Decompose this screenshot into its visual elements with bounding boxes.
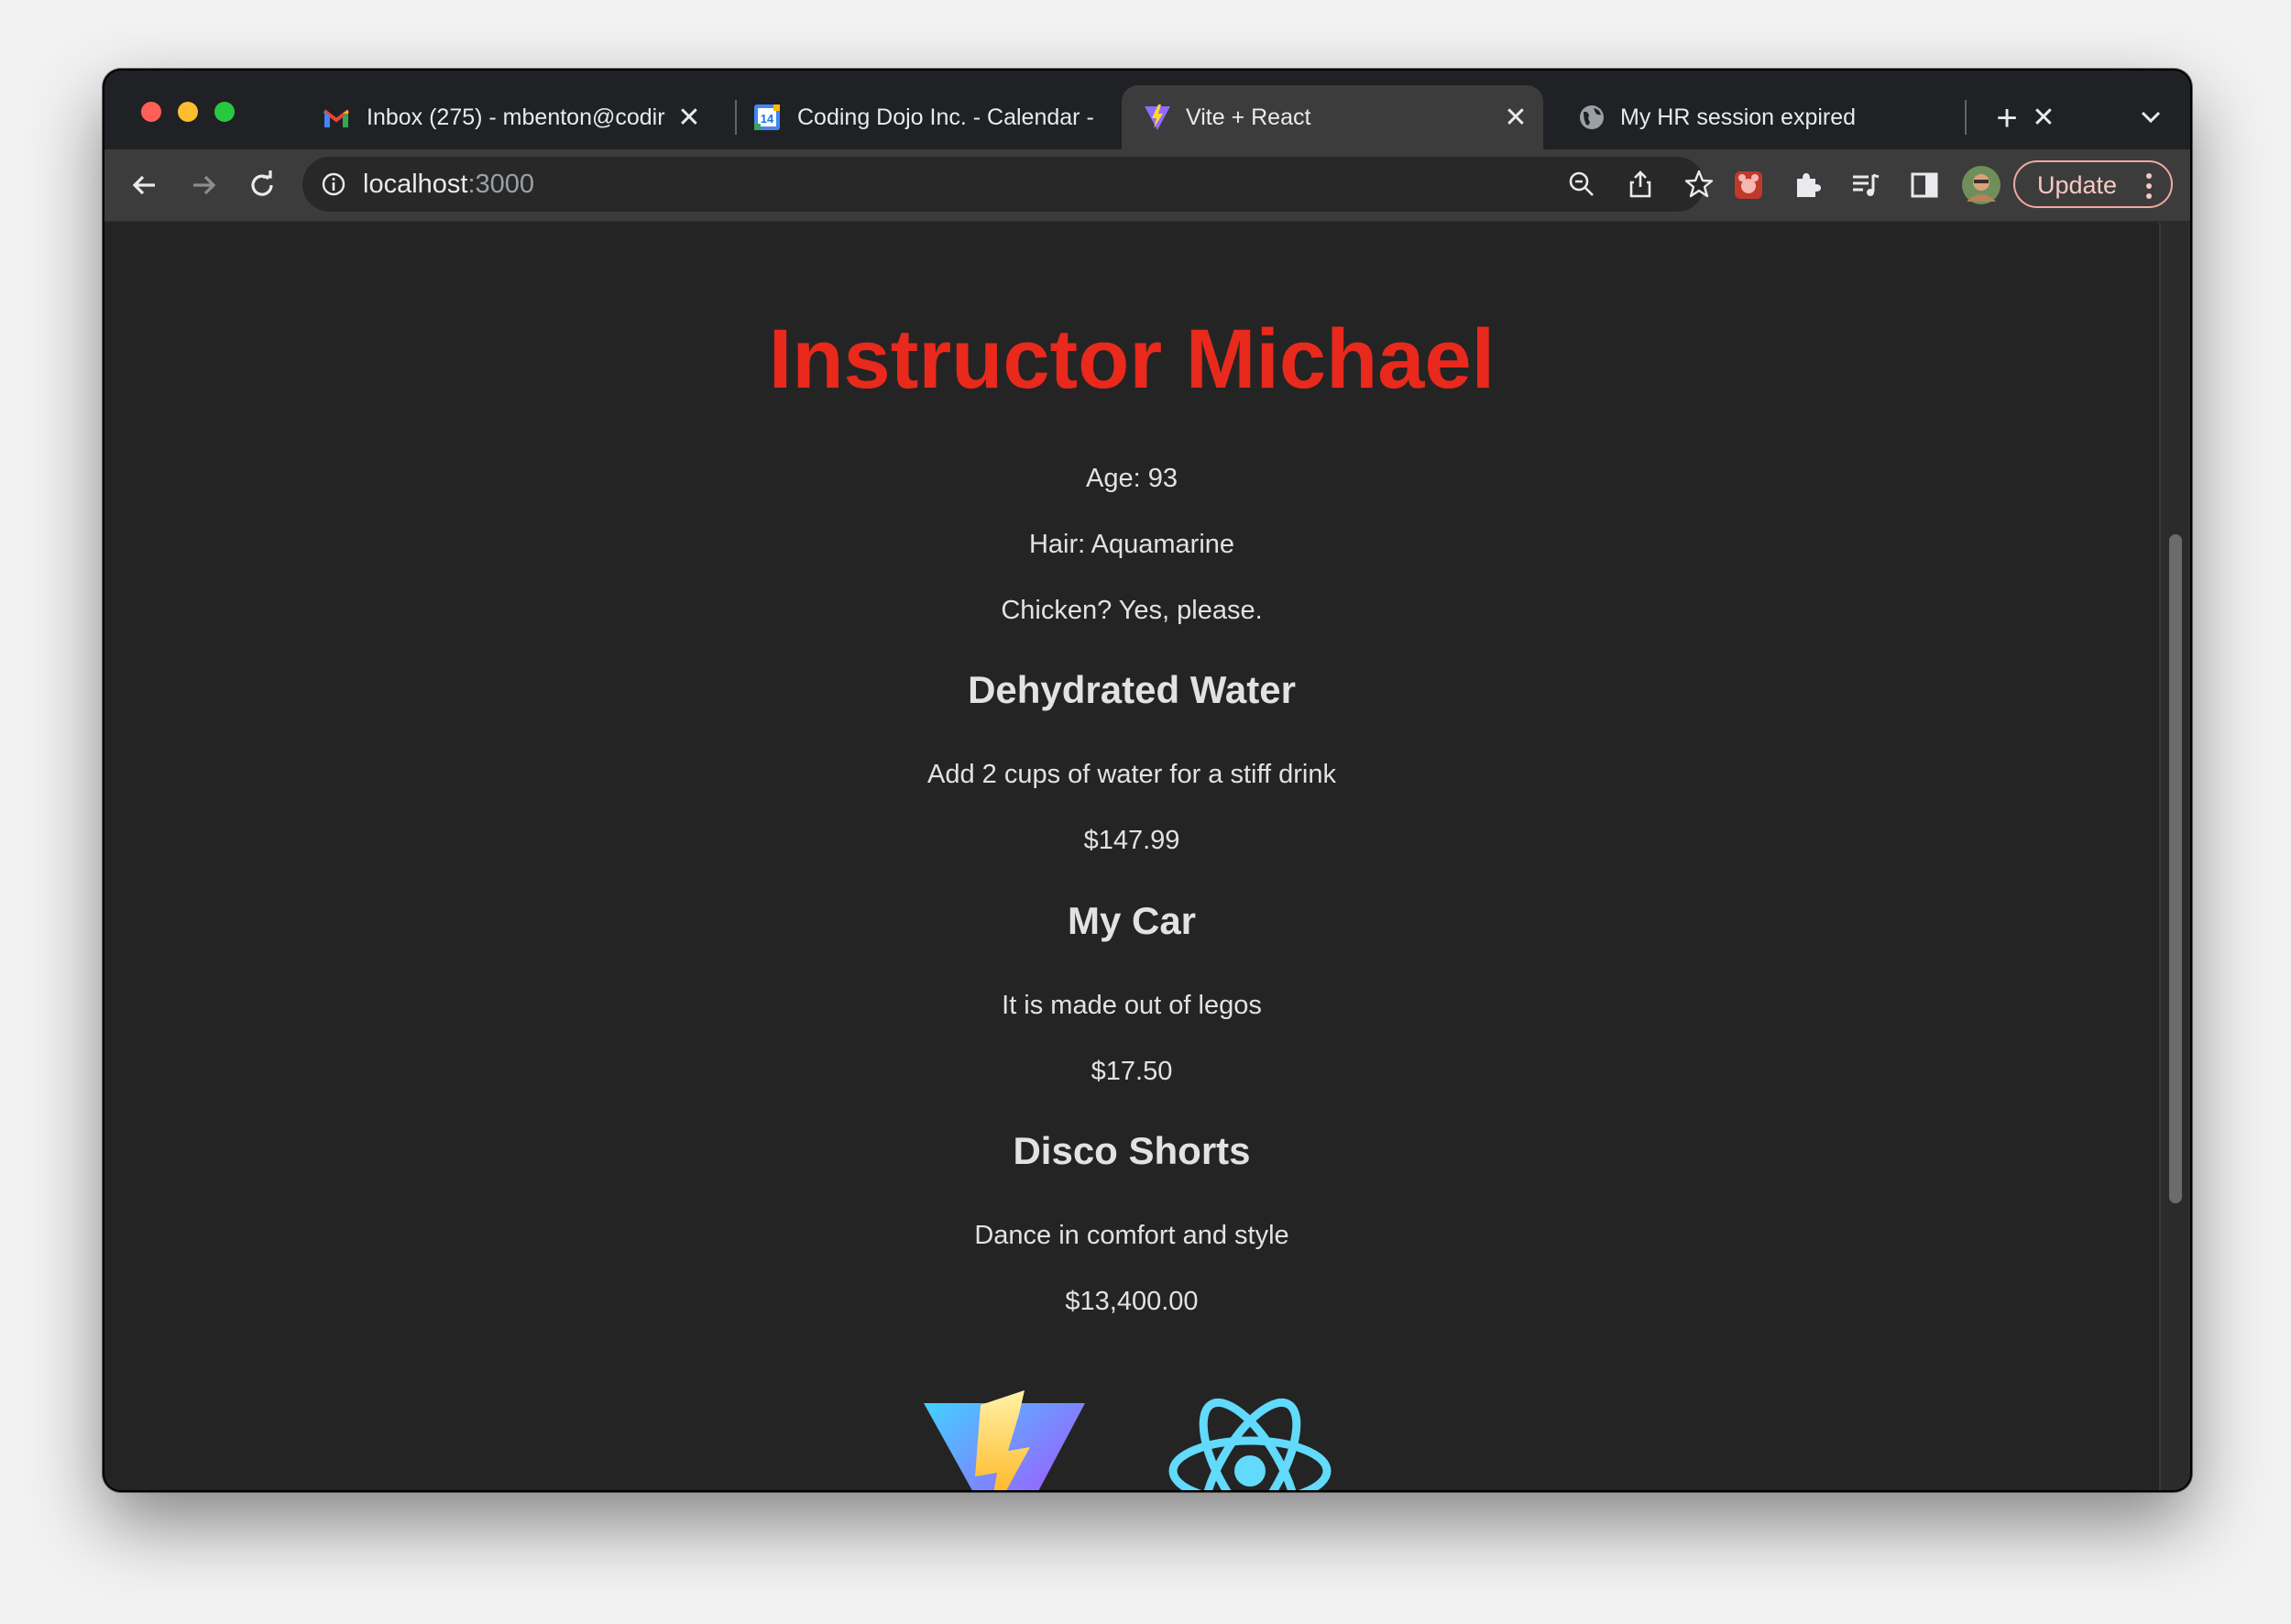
vite-icon	[1145, 104, 1170, 130]
browser-toolbar: localhost:3000 Update	[104, 149, 2190, 223]
puzzle-icon	[1797, 173, 1821, 197]
tab-strip: Inbox (275) - mbenton@codir ✕ 14 Coding …	[104, 71, 2190, 149]
product-description: Add 2 cups of water for a stiff drink	[927, 760, 1336, 789]
react-logo[interactable]	[1166, 1379, 1334, 1490]
hair-text: Hair: Aquamarine	[1028, 530, 1235, 559]
age-text: Age: 93	[1086, 464, 1178, 493]
url-text[interactable]: localhost:3000	[363, 170, 534, 200]
product-description: It is made out of legos	[1002, 991, 1262, 1020]
back-arrow-icon	[132, 175, 155, 195]
url-host: localhost	[363, 170, 468, 199]
product-price: $13,400.00	[1065, 1287, 1199, 1316]
extension-bug-icon	[1735, 171, 1762, 199]
avatar-icon	[1962, 166, 2001, 204]
tab-title: Inbox (275) - mbenton@codir	[367, 104, 665, 130]
close-window-button[interactable]	[141, 102, 161, 122]
minimize-window-button[interactable]	[178, 102, 198, 122]
side-panel-icon	[1911, 172, 1938, 198]
share-icon[interactable]	[1624, 168, 1657, 201]
profile-avatar[interactable]	[1961, 165, 2001, 205]
forward-button[interactable]	[183, 165, 224, 205]
media-control-button[interactable]	[1846, 165, 1886, 205]
playlist-icon	[1853, 173, 1880, 196]
calendar-icon: 14	[754, 104, 780, 130]
extension-button[interactable]	[1728, 165, 1769, 205]
globe-icon	[1580, 105, 1604, 129]
zoom-icon[interactable]	[1565, 168, 1598, 201]
page-content: Instructor Michael Age: 93 Hair: Aquamar…	[104, 223, 2159, 1490]
close-tab-icon[interactable]: ✕	[673, 101, 706, 134]
tab-gmail[interactable]: Inbox (275) - mbenton@codir ✕	[288, 85, 718, 149]
tab-vite-react[interactable]: Vite + React ✕	[1122, 85, 1543, 149]
product-name: Disco Shorts	[1013, 1129, 1251, 1172]
reload-icon	[251, 170, 273, 196]
info-icon[interactable]	[321, 171, 346, 197]
close-tab-icon[interactable]: ✕	[1499, 101, 1532, 134]
tab-separator	[1965, 100, 1967, 135]
close-tab-icon[interactable]: ✕	[2027, 101, 2060, 134]
browser-window: Inbox (275) - mbenton@codir ✕ 14 Coding …	[103, 69, 2192, 1492]
side-panel-button[interactable]	[1904, 165, 1945, 205]
new-tab-button[interactable]: +	[1985, 96, 2029, 140]
tab-title: Vite + React	[1186, 104, 1311, 130]
maximize-window-button[interactable]	[214, 102, 235, 122]
more-options-icon[interactable]	[2145, 171, 2153, 201]
product-name: Dehydrated Water	[968, 668, 1296, 711]
url-port: :3000	[467, 170, 535, 199]
product-price: $17.50	[1091, 1057, 1173, 1086]
gmail-icon	[323, 109, 350, 127]
product-price: $147.99	[1083, 826, 1180, 855]
product-description: Dance in comfort and style	[974, 1221, 1289, 1250]
forward-arrow-icon	[193, 175, 216, 195]
tab-title: My HR session expired	[1620, 104, 1857, 130]
address-bar[interactable]: localhost:3000	[302, 157, 1714, 212]
calendar-badge: 14	[761, 112, 774, 126]
tab-title: Coding Dojo Inc. - Calendar -	[797, 104, 1094, 130]
extensions-button[interactable]	[1787, 165, 1827, 205]
update-label: Update	[2037, 171, 2118, 199]
chevron-down-icon[interactable]	[2132, 98, 2170, 137]
page-title: Instructor Michael	[768, 313, 1496, 406]
bookmark-star-icon[interactable]	[1683, 168, 1716, 201]
vite-logo[interactable]	[922, 1387, 1091, 1490]
reload-button[interactable]	[242, 165, 282, 205]
scrollbar-thumb[interactable]	[2169, 534, 2182, 1203]
back-button[interactable]	[125, 165, 165, 205]
page-scrollbar[interactable]	[2159, 223, 2190, 1490]
update-button[interactable]: Update	[2013, 160, 2173, 208]
chicken-text: Chicken? Yes, please.	[1001, 596, 1263, 625]
product-name: My Car	[1067, 899, 1197, 942]
